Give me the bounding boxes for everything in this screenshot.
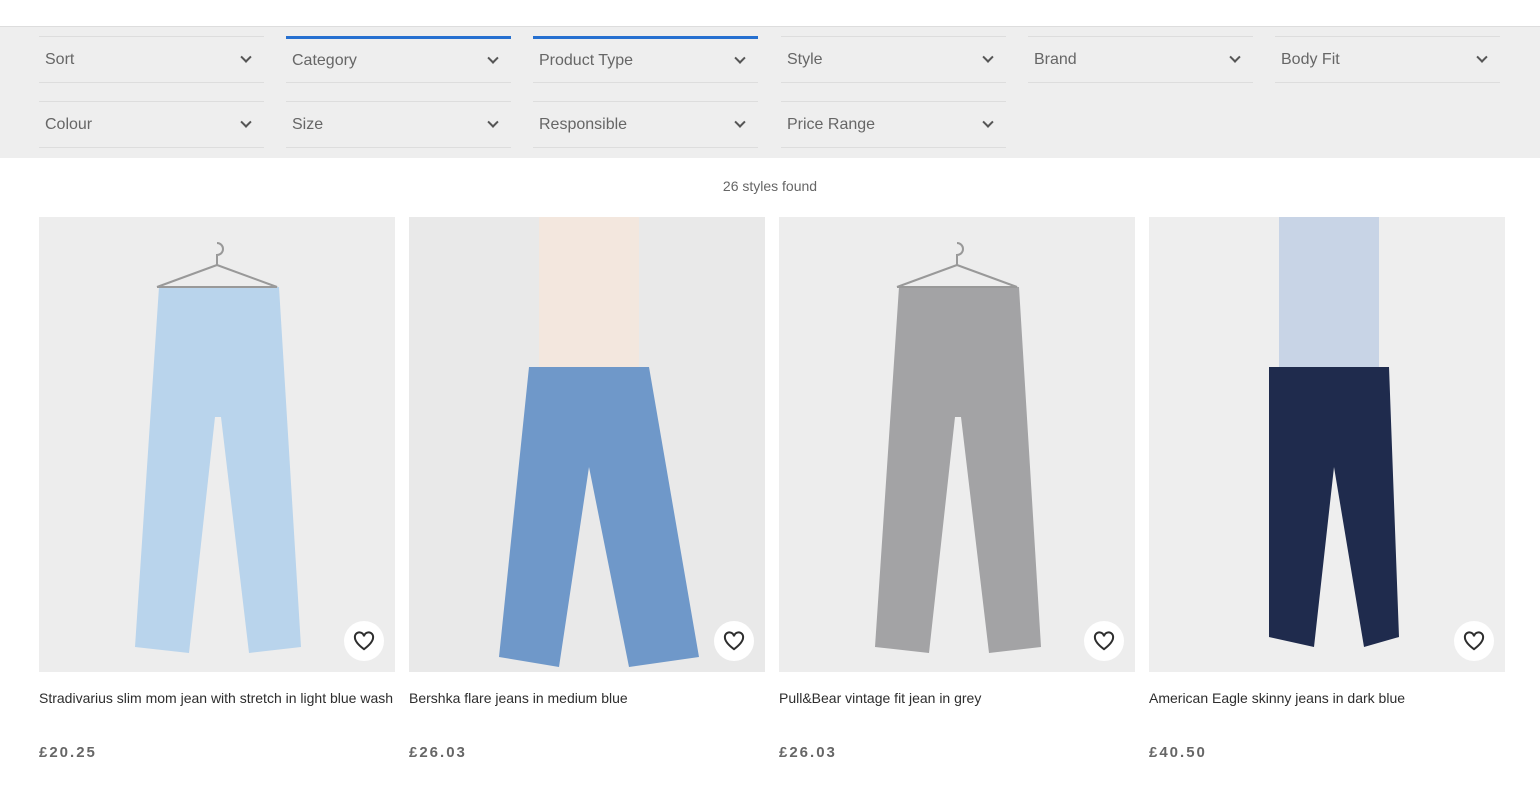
product-price: £26.03 (779, 744, 837, 761)
chevron-down-icon (487, 116, 499, 128)
product-price: £20.25 (39, 744, 97, 761)
filter-brand[interactable]: Brand (1028, 36, 1253, 83)
chevron-down-icon (487, 52, 499, 64)
product-name[interactable]: Pull&Bear vintage fit jean in grey (779, 686, 1135, 734)
filter-label: Sort (45, 50, 75, 68)
chevron-down-icon (240, 51, 252, 63)
product-card[interactable]: Pull&Bear vintage fit jean in grey £26.0… (779, 217, 1135, 761)
product-card[interactable]: American Eagle skinny jeans in dark blue… (1149, 217, 1505, 761)
chevron-down-icon (734, 116, 746, 128)
filter-label: Product Type (539, 51, 633, 69)
chevron-down-icon (734, 52, 746, 64)
chevron-down-icon (982, 116, 994, 128)
product-name[interactable]: American Eagle skinny jeans in dark blue (1149, 686, 1505, 734)
hanger-icon (156, 242, 278, 288)
save-for-later-button[interactable] (344, 621, 384, 661)
save-for-later-button[interactable] (714, 621, 754, 661)
filter-body-fit[interactable]: Body Fit (1275, 36, 1500, 83)
filter-size[interactable]: Size (286, 101, 511, 148)
product-name[interactable]: Stradivarius slim mom jean with stretch … (39, 686, 395, 734)
product-image[interactable] (1149, 217, 1505, 672)
filter-sort[interactable]: Sort (39, 36, 264, 83)
chevron-down-icon (1229, 51, 1241, 63)
filter-label: Price Range (787, 115, 876, 133)
heart-icon (1463, 631, 1485, 651)
product-image-model (499, 217, 699, 667)
filter-category[interactable]: Category (286, 36, 511, 83)
results-count: 26 styles found (722, 178, 818, 194)
heart-icon (1093, 631, 1115, 651)
chevron-down-icon (1476, 51, 1488, 63)
filter-price-range[interactable]: Price Range (781, 101, 1006, 148)
filter-label: Responsible (539, 115, 628, 133)
filter-label: Category (292, 51, 357, 69)
top-bar (0, 0, 1540, 27)
filter-label: Style (787, 50, 823, 68)
filter-label: Brand (1034, 50, 1077, 68)
product-name[interactable]: Bershka flare jeans in medium blue (409, 686, 765, 734)
hanger-icon (896, 242, 1018, 288)
filter-bar: Sort Category Product Type Style Brand Body F… (0, 27, 1540, 158)
chevron-down-icon (982, 51, 994, 63)
filter-colour[interactable]: Colour (39, 101, 264, 148)
product-image[interactable] (409, 217, 765, 672)
filter-label: Colour (45, 115, 93, 133)
save-for-later-button[interactable] (1084, 621, 1124, 661)
product-price: £26.03 (409, 744, 467, 761)
product-image-model (1269, 217, 1399, 647)
save-for-later-button[interactable] (1454, 621, 1494, 661)
product-card[interactable]: Bershka flare jeans in medium blue £26.0… (409, 217, 765, 761)
filter-product-type[interactable]: Product Type (533, 36, 758, 83)
heart-icon (723, 631, 745, 651)
filter-label: Body Fit (1281, 50, 1340, 68)
heart-icon (353, 631, 375, 651)
product-image[interactable] (39, 217, 395, 672)
product-card[interactable]: Stradivarius slim mom jean with stretch … (39, 217, 395, 761)
product-image[interactable] (779, 217, 1135, 672)
filter-responsible[interactable]: Responsible (533, 101, 758, 148)
chevron-down-icon (240, 116, 252, 128)
filter-label: Size (292, 115, 324, 133)
filter-style[interactable]: Style (781, 36, 1006, 83)
product-price: £40.50 (1149, 744, 1207, 761)
